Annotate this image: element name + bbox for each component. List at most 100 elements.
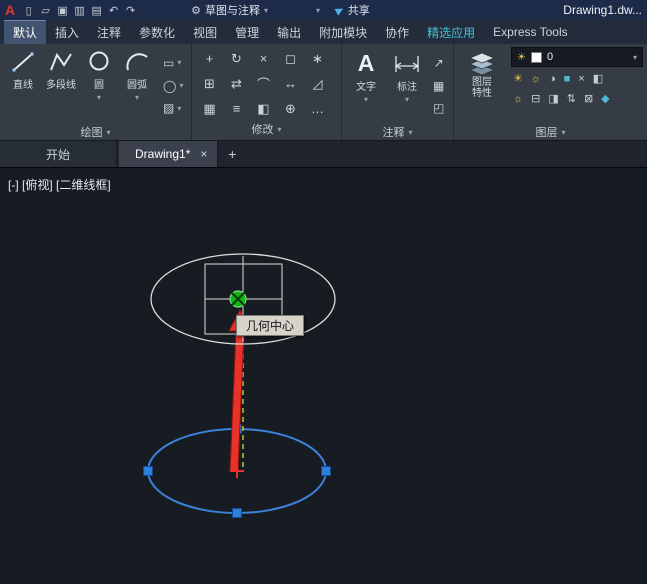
tab-parametric[interactable]: 参数化 [130,20,184,44]
layer-previous-icon[interactable]: ◆ [601,92,609,105]
annotation-panel-label[interactable]: 注释 ▾ [342,124,453,140]
more-tools-icon[interactable]: … [311,101,324,116]
plot-icon[interactable]: ▤ [88,4,105,17]
offset-icon[interactable]: ≡ [233,101,241,116]
rotate-icon[interactable]: ↻ [231,51,242,67]
tab-output[interactable]: 输出 [268,20,310,44]
circle-button[interactable]: 圆 ▾ [80,47,118,124]
layer-merge-icon[interactable]: ⊠ [584,92,593,105]
fillet-icon[interactable]: ⌒ [257,74,270,93]
layer-unlock-icon[interactable]: ◨ [548,92,558,105]
layer-properties-button[interactable]: 图层 特性 [459,47,505,124]
layer-isolate-icon[interactable]: ◑ [549,73,556,85]
plus-icon: + [228,146,236,162]
viewport-visual-style-control[interactable]: [二维线框] [56,178,111,192]
autocad-window: A ▯ ▱ ▣ ▥ ▤ ↶ ↷ ⚙ 草图与注释 ▾ ▾ ▶ 共享 Drawing… [0,0,647,584]
tab-annotate[interactable]: 注释 [88,20,130,44]
tab-collaborate[interactable]: 协作 [376,20,418,44]
arc-label: 圆弧 [127,76,147,91]
layer-match-icon[interactable]: ◧ [593,72,603,85]
tab-manage[interactable]: 管理 [226,20,268,44]
tab-home[interactable]: 默认 [4,20,46,44]
chevron-down-icon[interactable]: ▾ [405,95,409,104]
hatch-button[interactable]: ▨ ▾ [163,101,183,115]
drawing-canvas[interactable]: [-] [俯视] [二维线框] [0,168,647,584]
modify-panel-label[interactable]: 修改 ▾ [192,121,341,137]
chevron-down-icon[interactable]: ▾ [364,95,368,104]
tab-addins[interactable]: 附加模块 [310,20,376,44]
copy-icon[interactable]: ⊞ [204,76,215,92]
explode-icon[interactable]: ∗ [312,51,323,67]
leader-icon[interactable]: ↗ [433,56,444,70]
rectangle-icon: ▭ [163,56,174,70]
workspace-selector[interactable]: ⚙ 草图与注释 ▾ [191,2,268,18]
title-bar: A ▯ ▱ ▣ ▥ ▤ ↶ ↷ ⚙ 草图与注释 ▾ ▾ ▶ 共享 Drawing… [0,0,647,20]
arc-button[interactable]: 圆弧 ▾ [118,47,156,124]
chevron-down-icon: ▾ [106,128,110,137]
share-button[interactable]: ▶ 共享 [336,2,370,18]
line-button[interactable]: 直线 [4,47,42,124]
tab-view[interactable]: 视图 [184,20,226,44]
arc-icon [124,50,150,74]
join-icon[interactable]: ⊕ [285,101,296,117]
layer-lock-icon[interactable]: ⊟ [531,92,540,105]
polyline-button[interactable]: 多段线 [42,47,80,124]
ellipse-button[interactable]: ◯ ▾ [163,79,183,93]
layer-freeze-icon[interactable]: ☼ [531,73,541,85]
hatch-edit-icon[interactable]: ◧ [257,101,269,117]
undo-icon[interactable]: ↶ [105,4,122,17]
tab-drawing1[interactable]: Drawing1* × [119,141,218,167]
erase-icon[interactable]: ◻ [285,51,296,67]
mirror-icon[interactable]: ⇄ [231,76,242,92]
text-icon: A [358,50,375,76]
save-icon[interactable]: ▣ [54,4,71,17]
open-file-icon[interactable]: ▱ [37,4,54,17]
layer-walk-icon[interactable]: ⇅ [567,92,576,105]
markup-icon[interactable]: ◰ [433,101,444,115]
tab-express-tools[interactable]: Express Tools [484,20,576,44]
trim-icon[interactable]: × [260,51,268,66]
redo-icon[interactable]: ↷ [122,4,139,17]
toolbar-customize-chevron-icon[interactable]: ▾ [316,6,320,15]
viewport-view-control[interactable]: [俯视] [22,178,53,192]
save-as-icon[interactable]: ▥ [71,4,88,17]
tab-featured-apps[interactable]: 精选应用 [418,20,484,44]
dimension-button[interactable]: 标注 ▾ [386,47,428,124]
text-label: 文字 [356,78,376,93]
chevron-down-icon[interactable]: ▾ [177,104,181,113]
grip-right[interactable] [322,467,331,476]
layer-properties-label-2: 特性 [472,88,492,99]
grip-left[interactable] [144,467,153,476]
layer-dropdown[interactable]: ☀ 0 ▾ [511,47,643,67]
stretch-icon[interactable]: ↔ [284,76,297,91]
tab-insert[interactable]: 插入 [46,20,88,44]
move-icon[interactable]: + [206,51,214,66]
table-icon[interactable]: ▦ [433,79,444,93]
new-file-icon[interactable]: ▯ [20,4,37,17]
chevron-down-icon[interactable]: ▾ [135,93,139,102]
chevron-down-icon[interactable]: ▾ [97,93,101,102]
chamfer-icon[interactable]: ◿ [313,76,323,92]
tab-start[interactable]: 开始 [0,141,117,167]
layer-thaw-icon[interactable]: ☼ [513,93,523,105]
viewport-menu-control[interactable]: [-] [8,178,19,192]
share-label: 共享 [348,2,370,18]
close-icon[interactable]: × [200,147,207,161]
grip-bottom[interactable] [233,509,242,518]
file-tab-bar: 开始 Drawing1* × + [0,141,647,168]
share-plane-icon: ▶ [334,3,346,16]
chevron-down-icon: ▾ [264,6,268,15]
chevron-down-icon[interactable]: ▾ [177,58,181,67]
rectangle-button[interactable]: ▭ ▾ [163,56,183,70]
draw-panel-label[interactable]: 绘图 ▾ [0,124,191,140]
text-button[interactable]: A 文字 ▾ [346,47,386,124]
layer-make-current-icon[interactable]: ■ [564,73,571,85]
ellipse-icon: ◯ [163,79,176,93]
new-drawing-tab-button[interactable]: + [220,141,244,167]
array-icon[interactable]: ▦ [203,101,215,117]
layer-off-icon[interactable]: × [578,73,584,85]
layer-on-icon[interactable]: ☀ [513,72,523,85]
app-logo-icon[interactable]: A [5,0,15,20]
chevron-down-icon[interactable]: ▾ [179,81,183,90]
layers-panel-label[interactable]: 图层 ▾ [454,124,647,140]
